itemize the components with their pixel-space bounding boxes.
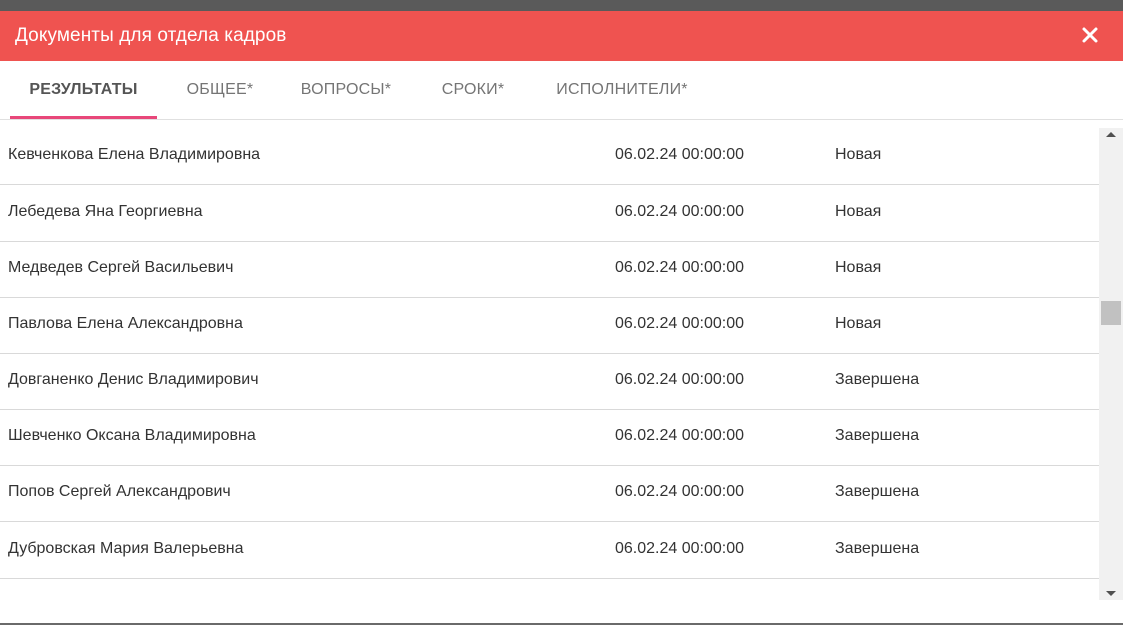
assignee-date: 06.02.24 00:00:00: [615, 203, 745, 220]
tab-results[interactable]: РЕЗУЛЬТАТЫ: [10, 61, 157, 119]
list-item[interactable]: Кевченкова Елена Владимировна 06.02.24 0…: [0, 128, 1099, 185]
assignee-name: Медведев Сергей Васильевич: [8, 259, 234, 276]
list-item[interactable]: Павлова Елена Александровна 06.02.24 00:…: [0, 297, 1099, 354]
active-tab-indicator: [10, 116, 157, 119]
assignee-name: Лебедева Яна Георгиевна: [8, 203, 203, 220]
results-list: Кевченкова Елена Владимировна 06.02.24 0…: [0, 128, 1099, 600]
assignee-name: Шевченко Оксана Владимировна: [8, 427, 256, 444]
assignee-status: Завершена: [835, 371, 920, 388]
list-item[interactable]: Довганенко Денис Владимирович 06.02.24 0…: [0, 353, 1099, 410]
assignee-status: Новая: [835, 315, 882, 332]
list-item[interactable]: Попов Сергей Александрович 06.02.24 00:0…: [0, 465, 1099, 522]
dialog: Документы для отдела кадров РЕЗУЛЬТАТЫ О…: [0, 11, 1123, 625]
triangle-down-icon: [1106, 591, 1116, 596]
assignee-date: 06.02.24 00:00:00: [615, 259, 745, 276]
dialog-title: Документы для отдела кадров: [15, 25, 287, 46]
list-item[interactable]: Медведев Сергей Васильевич 06.02.24 00:0…: [0, 241, 1099, 298]
window-top-strip: [0, 0, 1123, 11]
scrollbar-thumb[interactable]: [1101, 301, 1121, 325]
assignee-status: Завершена: [835, 427, 920, 444]
assignee-name: Дубровская Мария Валерьевна: [8, 540, 244, 557]
assignee-date: 06.02.24 00:00:00: [615, 371, 745, 388]
assignee-name: Павлова Елена Александровна: [8, 315, 243, 332]
dialog-header: Документы для отдела кадров: [0, 11, 1123, 61]
tab-bar: РЕЗУЛЬТАТЫ ОБЩЕЕ* ВОПРОСЫ* СРОКИ* ИСПОЛН…: [0, 61, 1123, 120]
assignee-date: 06.02.24 00:00:00: [615, 540, 745, 557]
list-item[interactable]: Лебедева Яна Георгиевна 06.02.24 00:00:0…: [0, 185, 1099, 242]
assignee-status: Новая: [835, 203, 882, 220]
list-item[interactable]: Дубровская Мария Валерьевна 06.02.24 00:…: [0, 522, 1099, 579]
assignee-date: 06.02.24 00:00:00: [615, 315, 745, 332]
assignee-date: 06.02.24 00:00:00: [615, 427, 745, 444]
vertical-scrollbar[interactable]: [1099, 128, 1123, 600]
list-item[interactable]: Шевченко Оксана Владимировна 06.02.24 00…: [0, 409, 1099, 466]
assignee-status: Завершена: [835, 483, 920, 500]
close-button[interactable]: [1079, 24, 1101, 46]
assignee-date: 06.02.24 00:00:00: [615, 483, 745, 500]
triangle-up-icon: [1106, 132, 1116, 137]
assignee-date: 06.02.24 00:00:00: [615, 146, 745, 163]
assignee-status: Новая: [835, 146, 882, 163]
scroll-up-button[interactable]: [1099, 128, 1123, 142]
assignee-name: Попов Сергей Александрович: [8, 483, 231, 500]
tab-deadlines[interactable]: СРОКИ*: [430, 61, 516, 119]
tab-executors[interactable]: ИСПОЛНИТЕЛИ*: [544, 61, 700, 119]
assignee-status: Завершена: [835, 540, 920, 557]
tab-general[interactable]: ОБЩЕЕ*: [176, 61, 264, 119]
scroll-down-button[interactable]: [1099, 586, 1123, 600]
assignee-name: Довганенко Денис Владимирович: [8, 371, 259, 388]
close-icon: [1082, 27, 1098, 43]
assignee-name: Кевченкова Елена Владимировна: [8, 146, 261, 163]
assignee-status: Новая: [835, 259, 882, 276]
tab-questions[interactable]: ВОПРОСЫ*: [290, 61, 402, 119]
